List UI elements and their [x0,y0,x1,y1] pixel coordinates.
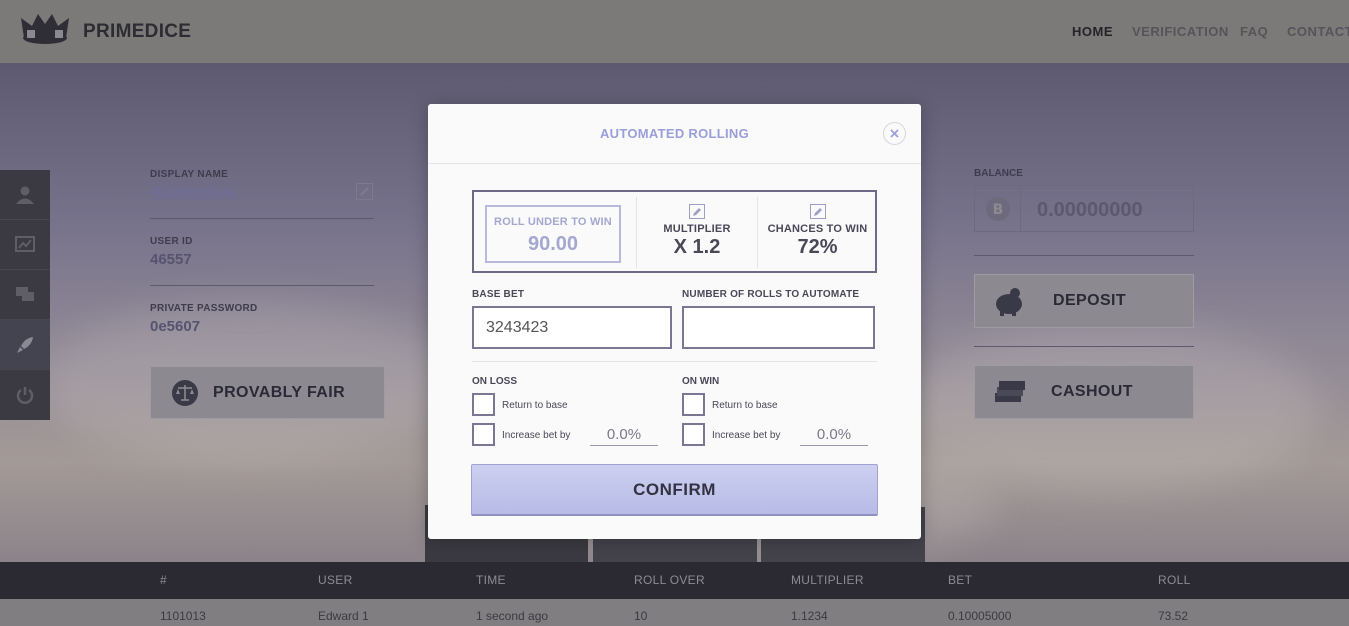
cash-stack-icon [995,381,1025,402]
chance-value: 72% [797,236,838,258]
user-id-value: 46557 [150,251,192,268]
edit-chance-button[interactable] [809,204,826,219]
rail-stats[interactable] [0,220,50,270]
rocket-icon [17,336,33,353]
table-cell: 10 [634,609,648,623]
user-icon [16,186,34,204]
divider [974,346,1194,347]
roll-under-box[interactable]: ROLL UNDER TO WIN 90.00 [485,205,621,263]
svg-text:B: B [992,202,1003,218]
divider [428,163,921,164]
deposit-button[interactable]: DEPOSIT [974,274,1194,328]
multiplier-cell: MULTIPLIER X 1.2 [637,204,757,259]
nav-verification[interactable]: VERIFICATION [1132,24,1229,39]
provably-fair-label: PROVABLY FAIR [213,383,346,401]
password-value: 0e5607 [150,318,201,335]
top-navbar: PRIMEDICE HOME VERIFICATION FAQ CONTACT [0,0,1349,63]
scales-icon [172,379,198,406]
confirm-button[interactable]: CONFIRM [471,464,878,516]
balance-box: B 0.00000000 [974,185,1194,232]
rolls-input[interactable] [682,306,875,349]
modal-title: AUTOMATED ROLLING [599,126,750,141]
pencil-icon [693,207,701,216]
rail-logout[interactable] [0,370,50,420]
cashout-label: CASHOUT [1051,383,1133,400]
win-return-label: Return to base [712,400,778,411]
provably-fair-button[interactable]: PROVABLY FAIR [150,366,385,419]
win-increase-checkbox[interactable] [682,423,705,446]
password-label: PRIVATE PASSWORD [150,303,258,314]
nav-contact[interactable]: CONTACT [1287,24,1349,39]
user-id-label: USER ID [150,236,193,247]
table-cell: 1 second ago [476,609,549,623]
loss-return-label: Return to base [502,400,568,411]
chance-cell: CHANCES TO WIN 72% [758,204,877,259]
side-rail [0,170,50,420]
rail-profile[interactable] [0,170,50,220]
divider [472,361,877,362]
base-bet-input[interactable] [472,306,672,349]
column-header: # [160,573,167,587]
edit-multiplier-button[interactable] [689,204,705,219]
piggy-bank-icon [996,288,1022,316]
on-loss-heading: ON LOSS [472,376,518,387]
column-header: ROLL OVER [634,573,705,587]
multiplier-value: X 1.2 [673,236,721,258]
pencil-icon [813,207,822,216]
divider [974,255,1194,256]
automated-rolling-modal: AUTOMATED ROLLING ROLL UNDER TO WIN 90.0… [428,104,921,539]
rolls-label: NUMBER OF ROLLS TO AUTOMATE [682,289,860,300]
confirm-label: CONFIRM [633,479,716,499]
divider [150,285,374,286]
edit-name-button[interactable] [356,183,373,200]
nav-faq[interactable]: FAQ [1240,24,1268,39]
chat-icon [16,286,34,301]
loss-increase-input[interactable] [590,424,658,446]
loss-increase-label: Increase bet by [502,430,571,441]
balance-value: 0.00000000 [1037,199,1143,221]
loss-return-checkbox[interactable] [472,393,495,416]
crown-logo-icon [21,14,69,44]
brand-name[interactable]: PRIMEDICE [83,21,191,43]
table-cell: 73.52 [1158,609,1189,623]
column-header: BET [948,573,973,587]
display-name-label: DISPLAY NAME [150,169,229,180]
power-icon [16,387,34,404]
table-cell: 1.1234 [791,609,828,623]
divider [150,218,374,219]
close-icon [890,129,899,138]
column-header: TIME [476,573,506,587]
deposit-label: DEPOSIT [1053,292,1127,309]
balance-label: BALANCE [974,168,1023,179]
column-header: ROLL [1158,573,1191,587]
column-header: USER [318,573,353,587]
on-win-heading: ON WIN [682,376,720,387]
roll-stats-panel: ROLL UNDER TO WIN 90.00 MULTIPLIER X 1.2… [472,190,877,273]
loss-increase-checkbox[interactable] [472,423,495,446]
base-bet-label: BASE BET [472,289,525,300]
nav-home[interactable]: HOME [1072,24,1113,39]
bets-table-header: # USER TIME ROLL OVER MULTIPLIER BET ROL… [0,562,1349,599]
win-return-checkbox[interactable] [682,393,705,416]
bitcoin-icon: B [985,196,1010,221]
column-header: MULTIPLIER [791,573,864,587]
win-increase-label: Increase bet by [712,430,781,441]
chance-label: CHANCES TO WIN [767,223,868,235]
multiplier-label: MULTIPLIER [663,223,731,235]
table-cell: 1101013 [160,609,206,623]
chart-icon [15,235,35,252]
balance-icon-cell: B [975,186,1021,231]
table-row: 1101013 Edward 1 1 second ago 10 1.1234 … [0,599,1349,626]
roll-under-label: ROLL UNDER TO WIN [494,216,612,228]
table-cell: 0.10005000 [948,609,1012,623]
table-cell: Edward 1 [318,609,369,623]
roll-under-value: 90.00 [527,233,579,255]
display-name-value[interactable]: Akabmikua [150,184,235,202]
close-button[interactable] [883,122,906,145]
rail-chat[interactable] [0,270,50,320]
cashout-button[interactable]: CASHOUT [974,365,1194,419]
win-increase-input[interactable] [800,424,868,446]
pencil-icon [360,187,369,196]
rail-automate[interactable] [0,320,50,370]
